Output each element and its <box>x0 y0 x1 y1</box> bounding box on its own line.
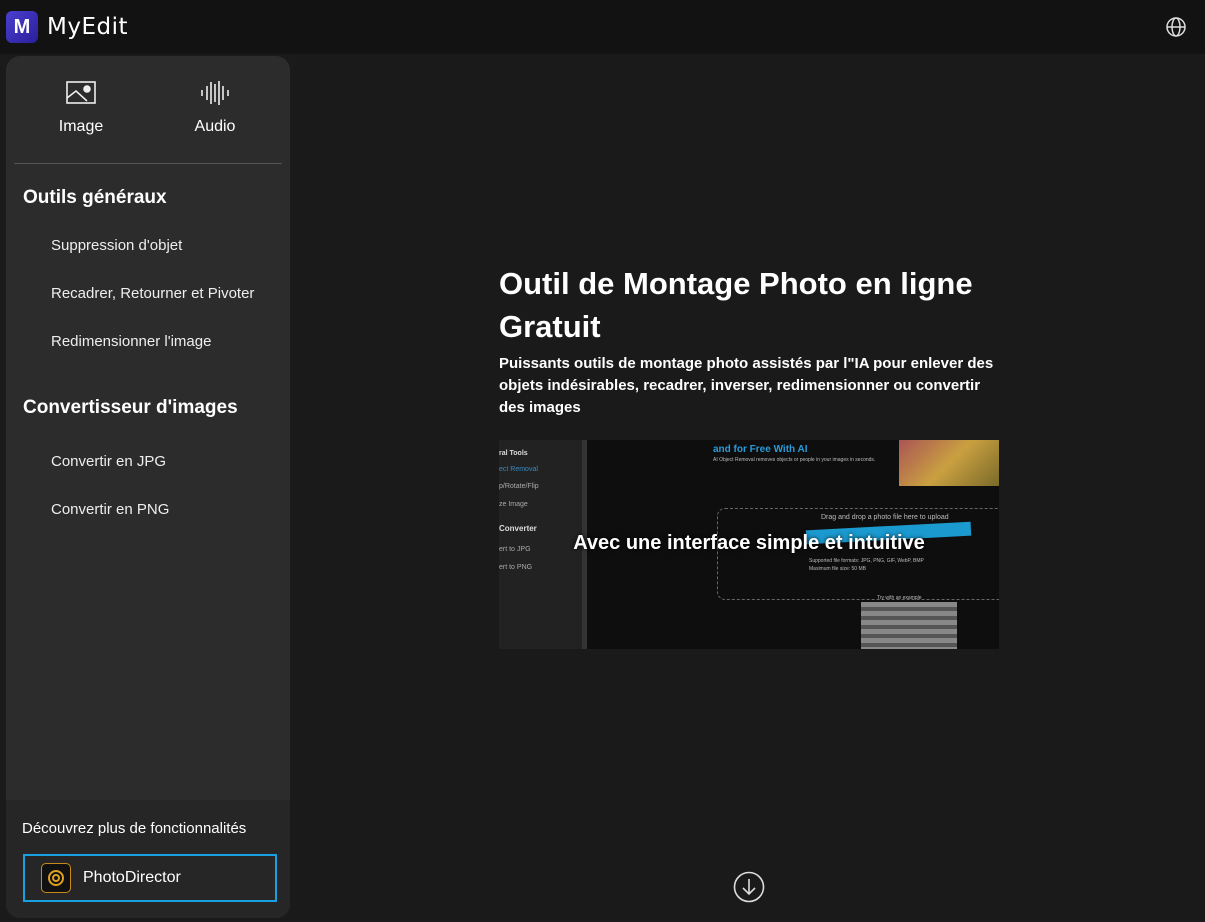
preview-photo <box>899 440 999 486</box>
sidebar-item-to-jpg[interactable]: Convertir en JPG <box>51 453 166 470</box>
brand-name[interactable]: MyEdit <box>47 14 128 40</box>
preview-text: ze Image <box>499 501 528 508</box>
preview-example-image <box>861 602 957 649</box>
preview-text: Maximum file size: 50 MB <box>809 566 866 572</box>
discover-label: Découvrez plus de fonctionnalités <box>22 820 247 837</box>
mode-label: Image <box>58 118 104 135</box>
page-title: Outil de Montage Photo en ligne Gratuit <box>499 266 973 344</box>
divider <box>14 163 282 164</box>
sidebar-item-object-removal[interactable]: Suppression d'objet <box>51 237 182 254</box>
preview-video[interactable]: ral Tools ect Removal p/Rotate/Flip ze I… <box>499 440 999 649</box>
preview-text: Try with an example <box>877 595 922 601</box>
photodirector-label: PhotoDirector <box>83 869 181 886</box>
sidebar: Image Audio Outils généraux Suppression … <box>6 56 290 918</box>
preview-text: p/Rotate/Flip <box>499 483 539 490</box>
preview-text: and for Free With AI <box>713 444 808 455</box>
section-image-converter: Convertisseur d'images <box>23 397 238 418</box>
mode-label: Audio <box>194 118 236 135</box>
mode-image[interactable]: Image <box>16 80 146 136</box>
section-general-tools: Outils généraux <box>23 187 167 208</box>
sidebar-item-to-png[interactable]: Convertir en PNG <box>51 501 169 518</box>
scroll-down-icon[interactable] <box>733 871 765 903</box>
photodirector-button[interactable]: PhotoDirector <box>23 854 277 902</box>
image-icon <box>66 81 96 104</box>
preview-text: Drag and drop a photo file here to uploa… <box>821 514 949 521</box>
preview-text: Supported file formats: JPG, PNG, GIF, W… <box>809 558 924 564</box>
sidebar-item-crop-rotate[interactable]: Recadrer, Retourner et Pivoter <box>51 285 254 302</box>
preview-text: ral Tools <box>499 450 528 457</box>
mode-audio[interactable]: Audio <box>150 80 280 136</box>
discover-section: Découvrez plus de fonctionnalités PhotoD… <box>6 800 290 918</box>
preview-text: ect Removal <box>499 466 538 473</box>
preview-text: AI Object Removal removes objects or peo… <box>713 457 876 463</box>
top-bar: M MyEdit <box>0 0 1205 54</box>
preview-caption: Avec une interface simple et intuitive <box>573 532 925 554</box>
myedit-logo[interactable]: M <box>6 11 38 43</box>
page-subtitle: Puissants outils de montage photo assist… <box>499 355 994 416</box>
globe-icon[interactable] <box>1165 16 1187 38</box>
preview-text: ert to PNG <box>499 564 533 571</box>
sidebar-item-resize[interactable]: Redimensionner l'image <box>51 333 211 350</box>
photodirector-icon <box>41 863 71 893</box>
audio-wave-icon <box>201 81 229 105</box>
